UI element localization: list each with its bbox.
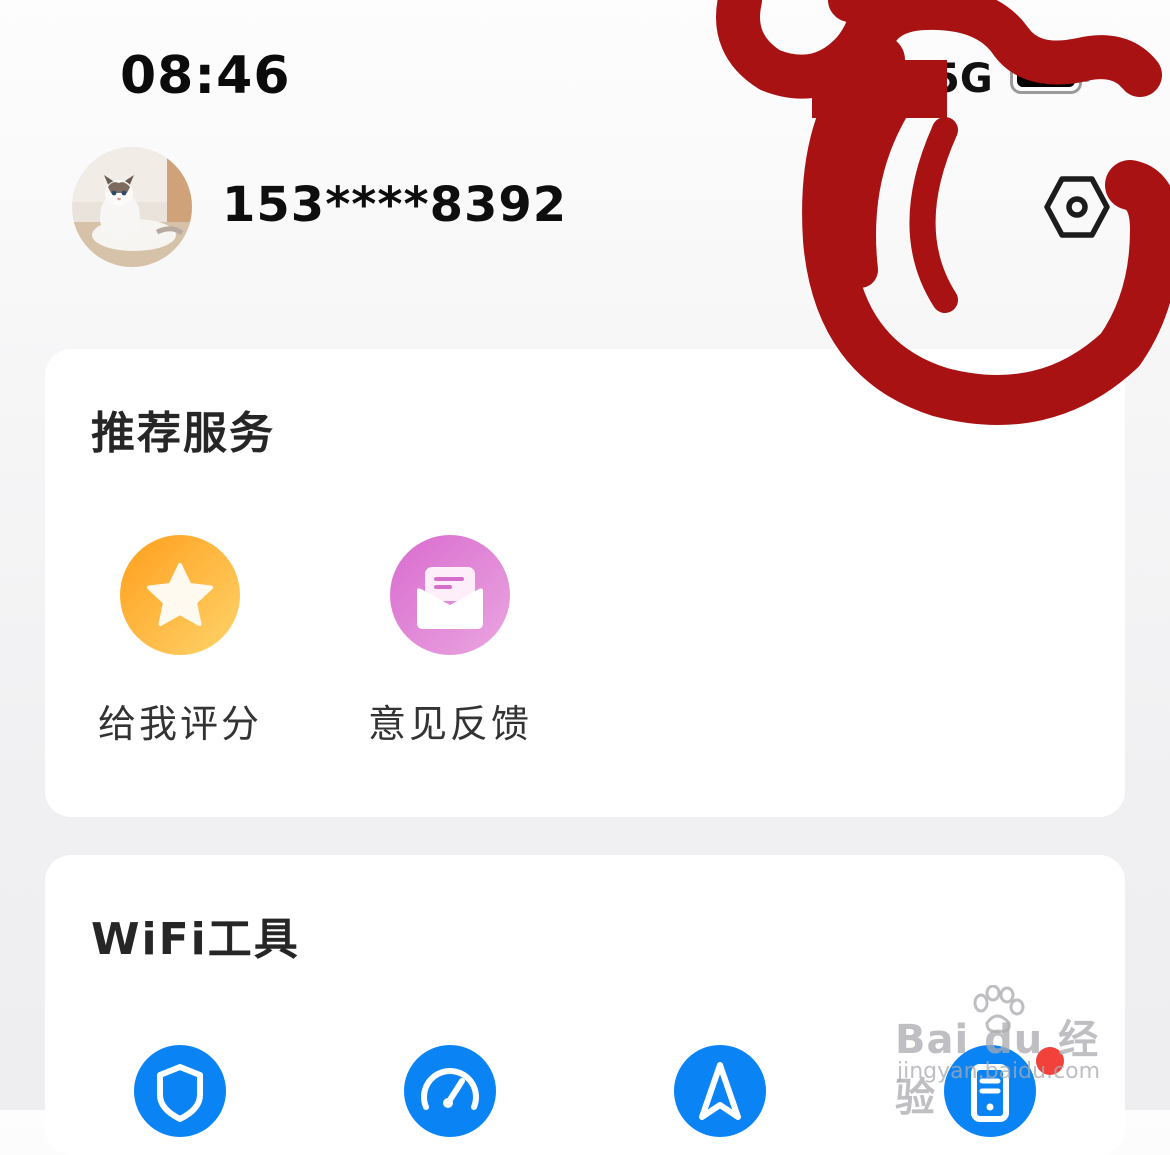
speedometer-icon (421, 1068, 479, 1110)
navigation-tool-button[interactable] (674, 1045, 766, 1137)
rate-me-label: 给我评分 (97, 702, 262, 746)
recommend-services-title: 推荐服务 (91, 408, 275, 459)
status-bar: 08:46 5G (0, 0, 1170, 130)
hexagon-settings-icon (1044, 176, 1110, 238)
wifi-security-tool-button[interactable] (134, 1045, 226, 1137)
battery-cap (1085, 70, 1090, 82)
shield-icon (157, 1064, 203, 1122)
recommend-services-card: 推荐服务 给我评分 意见反馈 (45, 349, 1125, 817)
feedback-icon-circle (390, 535, 510, 655)
cat-avatar-icon (72, 147, 192, 267)
navigation-arrow-icon (699, 1062, 741, 1120)
signal-label: 5G (932, 56, 993, 102)
user-phone-number[interactable]: 153****8392 (222, 177, 567, 233)
speed-test-tool-button[interactable] (404, 1045, 496, 1137)
baidu-jingyan-watermark: Bai du 经验 jingyan.baidu.com (895, 985, 1125, 1121)
mail-feedback-icon (417, 567, 483, 629)
status-time: 08:46 (120, 46, 291, 106)
watermark-url: jingyan.baidu.com (897, 1059, 1101, 1084)
star-icon (147, 563, 213, 626)
feedback-label: 意见反馈 (367, 702, 532, 746)
avatar[interactable] (72, 147, 192, 267)
battery-level (1017, 65, 1075, 87)
wifi-tools-title: WiFi工具 (91, 914, 300, 965)
feedback-button[interactable]: 意见反馈 (350, 535, 550, 748)
battery-icon (1010, 58, 1082, 94)
rate-icon-circle (120, 535, 240, 655)
settings-button[interactable] (1044, 176, 1110, 238)
rate-me-button[interactable]: 给我评分 (80, 535, 280, 748)
